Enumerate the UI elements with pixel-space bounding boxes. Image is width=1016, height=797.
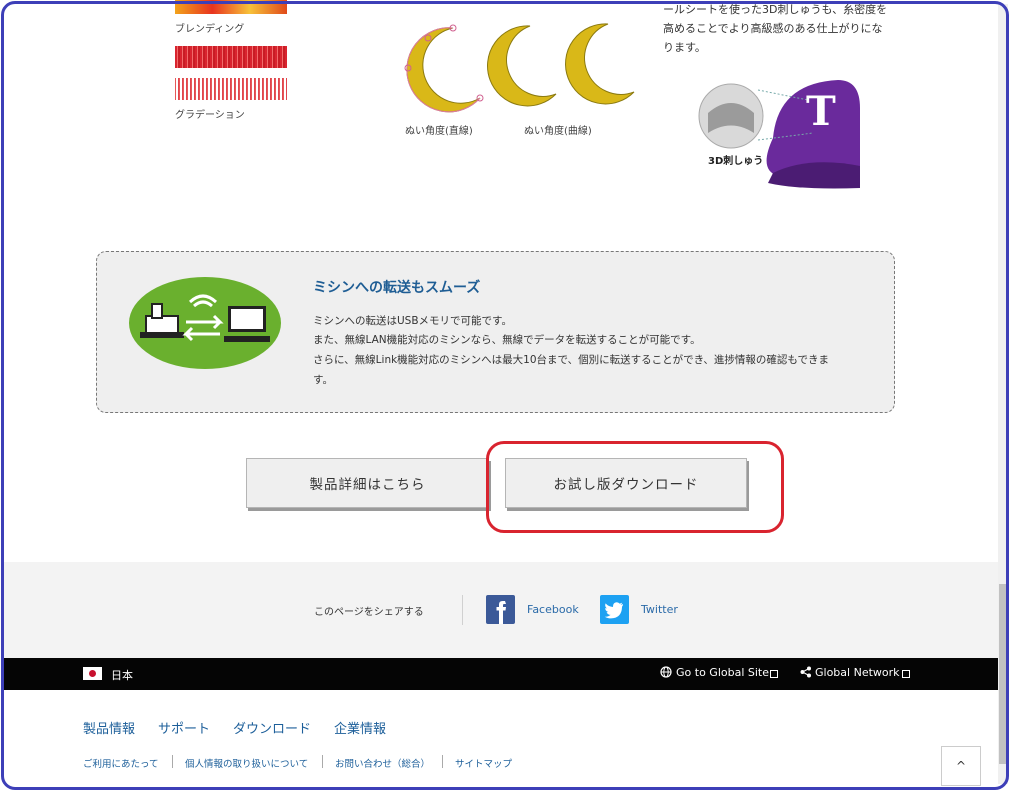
feature-text-line: 高めることでより高級感のある仕上がりにな [663,22,883,35]
globe-icon [660,666,672,678]
blending-swatch [175,0,287,14]
facebook-icon[interactable] [486,595,515,624]
transfer-text-line: さらに、無線Link機能対応のミシンへは最大10台まで、個別に転送することができ… [313,354,829,366]
footer-separator [172,755,173,768]
chevron-up-icon: ^ [955,759,967,773]
footer-nav-products[interactable]: 製品情報 [83,718,135,737]
footer-link-terms[interactable]: ご利用にあたって [83,756,159,770]
footer-link-sitemap[interactable]: サイトマップ [455,756,512,770]
blending-label: ブレンディング [175,24,245,35]
global-site-link[interactable]: Go to Global Site [676,666,769,679]
angle-curve-label: ぬい角度(曲線) [524,126,592,137]
share-label: このページをシェアする [314,607,424,618]
global-network-link[interactable]: Global Network [815,666,900,679]
footer-nav-company[interactable]: 企業情報 [334,718,386,737]
transfer-text-line: また、無線LAN機能対応のミシンなら、無線でデータを転送することが可能です。 [313,334,701,346]
gradation-swatch-bottom [175,78,287,100]
feature-text-line: ります。 [663,41,706,54]
country-label[interactable]: 日本 [111,667,133,683]
transfer-text-line: ミシンへの転送はUSBメモリで可能です。 [313,315,513,327]
highlight-annotation [486,441,784,533]
moon-stitch-curve-image-1 [487,25,557,107]
footer-separator [442,755,443,768]
twitter-link[interactable]: Twitter [641,603,678,616]
cap-3d-embroidery-image [698,80,860,189]
footer-link-privacy[interactable]: 個人情報の取り扱いについて [185,756,308,770]
share-divider [462,595,463,625]
share-network-icon [800,666,811,678]
external-link-icon [902,670,910,678]
external-link-icon [770,670,778,678]
wireless-transfer-illustration [129,277,281,369]
feature-text-line: ールシートを使った3D刺しゅうも、糸密度を [663,3,888,16]
transfer-text-line: す。 [313,374,333,386]
japan-flag-icon [83,667,102,680]
moon-stitch-curve-image-2 [565,23,635,105]
footer-nav-support[interactable]: サポート [158,718,210,737]
moon-stitch-straight-image [404,24,484,113]
footer-nav-download[interactable]: ダウンロード [233,718,311,737]
twitter-icon[interactable] [600,595,629,624]
facebook-link[interactable]: Facebook [527,603,579,616]
gradation-label: グラデーション [175,110,245,121]
feature-description: ールシートを使った3D刺しゅうも、糸密度を 高めることでより高級感のある仕上がり… [663,0,893,57]
product-details-button[interactable]: 製品詳細はこちら [246,458,489,508]
back-to-top-button[interactable]: ^ [941,746,981,786]
transfer-title: ミシンへの転送もスムーズ [313,280,481,296]
gradation-swatch-top [175,46,287,68]
cap-letter: T [806,88,836,135]
page-scrollbar[interactable] [998,4,1008,784]
angle-straight-label: ぬい角度(直線) [405,126,473,137]
scrollbar-thumb[interactable] [999,584,1007,764]
cap-3d-label: 3D刺しゅう [708,156,764,167]
footer-link-contact[interactable]: お問い合わせ（総合） [335,756,430,770]
footer-separator [322,755,323,768]
